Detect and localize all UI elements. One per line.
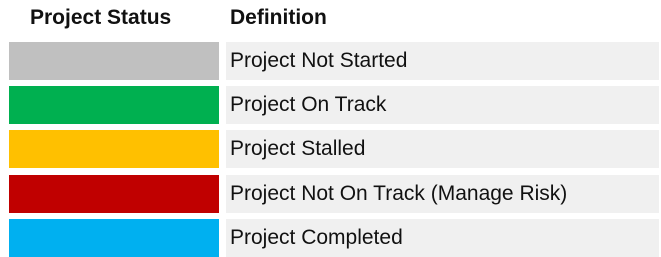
header-project-status: Project Status (30, 6, 172, 29)
definition-cell: Project Stalled (226, 130, 659, 168)
header-definition: Definition (230, 6, 327, 29)
definition-text: Project Completed (230, 226, 403, 249)
status-color-swatch (9, 130, 219, 168)
table-row: Project Stalled (0, 127, 661, 171)
definition-text: Project Stalled (230, 137, 366, 160)
project-status-legend-table: Project Status Definition Project Not St… (0, 0, 661, 257)
status-color-swatch (9, 86, 219, 124)
status-color-swatch (9, 42, 219, 80)
definition-text: Project Not Started (230, 49, 408, 72)
definition-cell: Project Not On Track (Manage Risk) (226, 175, 659, 213)
table-row: Project On Track (0, 83, 661, 127)
definition-text: Project On Track (230, 93, 387, 116)
definition-text: Project Not On Track (Manage Risk) (230, 182, 568, 205)
status-color-swatch (9, 175, 219, 213)
status-color-swatch (9, 219, 219, 257)
table-row: Project Not Started (0, 39, 661, 83)
definition-cell: Project Not Started (226, 42, 659, 80)
table-row: Project Not On Track (Manage Risk) (0, 172, 661, 216)
table-row: Project Completed (0, 216, 661, 257)
definition-cell: Project On Track (226, 86, 659, 124)
definition-cell: Project Completed (226, 219, 659, 257)
table-header-row: Project Status Definition (0, 0, 661, 36)
